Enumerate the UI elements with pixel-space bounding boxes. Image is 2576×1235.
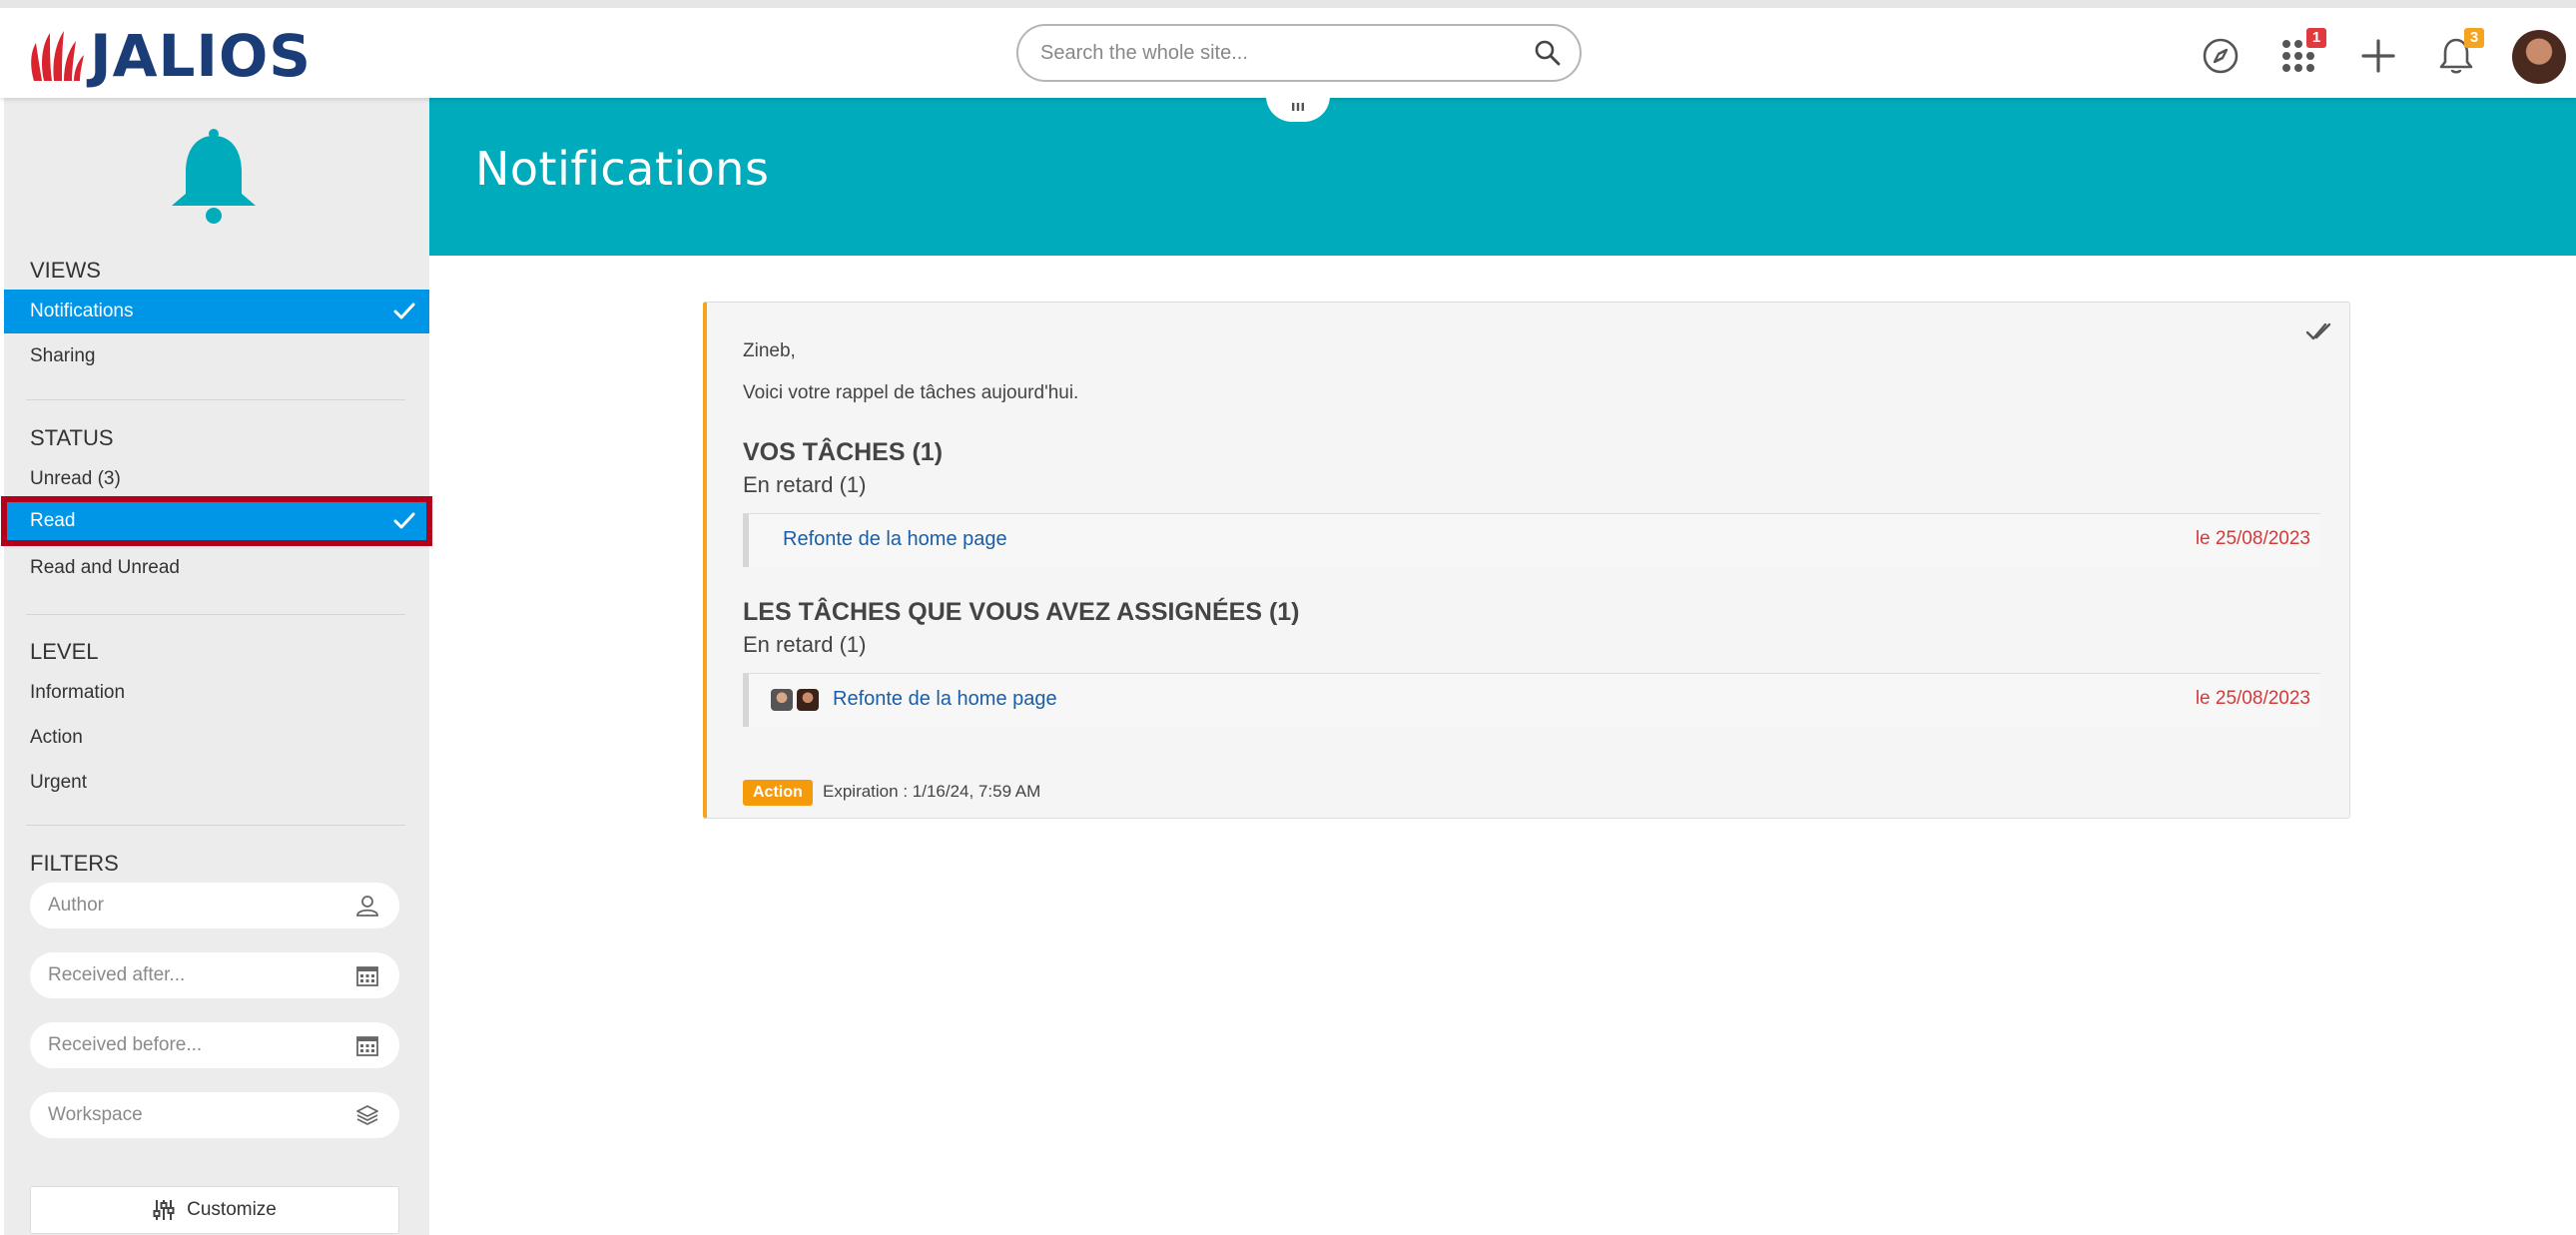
greeting: Zineb, (743, 340, 796, 361)
site-search (1016, 24, 1582, 82)
task-link[interactable]: Refonte de la home page (833, 688, 1057, 711)
plus-icon (2361, 39, 2395, 73)
status-read-and-unread-label: Read and Unread (30, 557, 180, 578)
page-title: Notifications (475, 142, 770, 196)
search-input[interactable] (1040, 34, 1520, 72)
received-after-filter (30, 952, 399, 998)
sidebar: VIEWS Notifications Sharing STATUS Unrea… (1, 98, 432, 1235)
level-urgent[interactable]: Urgent (4, 761, 429, 805)
view-sharing[interactable]: Sharing (4, 334, 429, 378)
task-link[interactable]: Refonte de la home page (783, 528, 1007, 551)
task-row: Refonte de la home page le 25/08/2023 (743, 513, 2320, 567)
top-bar: JALIOS 1 3 (0, 0, 2576, 98)
status-read[interactable]: Read (1, 496, 432, 546)
received-after-input[interactable] (48, 961, 327, 989)
explore-button[interactable] (2199, 34, 2243, 78)
task-due-date: le 25/08/2023 (2195, 528, 2310, 549)
status-read-and-unread[interactable]: Read and Unread (4, 546, 429, 590)
user-avatar[interactable] (2512, 30, 2566, 84)
add-button[interactable] (2356, 34, 2400, 78)
divider (26, 399, 405, 400)
search-icon[interactable] (1534, 39, 1562, 67)
level-urgent-label: Urgent (30, 772, 88, 793)
notifications-button[interactable]: 3 (2434, 28, 2484, 78)
level-title: LEVEL (30, 639, 99, 664)
layers-icon (356, 1105, 378, 1125)
view-sharing-label: Sharing (30, 345, 96, 366)
workspace-input[interactable] (48, 1101, 327, 1129)
author-input[interactable] (48, 892, 327, 920)
page-banner: Notifications (429, 98, 2576, 256)
task-due-date: le 25/08/2023 (2195, 688, 2310, 709)
check-icon (393, 512, 415, 529)
notifications-badge: 3 (2464, 28, 2484, 48)
task-row: Refonte de la home page le 25/08/2023 (743, 673, 2320, 727)
author-filter (30, 883, 399, 928)
expiration-text: Expiration : 1/16/24, 7:59 AM (823, 782, 1041, 801)
status-unread-label: Unread (3) (30, 468, 121, 489)
customize-label: Customize (187, 1199, 277, 1220)
view-notifications[interactable]: Notifications (4, 290, 429, 333)
notification-card: Zineb, Voici votre rappel de tâches aujo… (703, 302, 2350, 819)
intro-text: Voici votre rappel de tâches aujourd'hui… (743, 382, 1079, 403)
section-title: LES TÂCHES QUE VOUS AVEZ ASSIGNÉES (1) (743, 598, 1300, 626)
apps-badge: 1 (2306, 28, 2326, 48)
logo-flame-icon (31, 31, 84, 81)
sliders-icon (153, 1200, 175, 1220)
divider (26, 614, 405, 615)
divider (26, 825, 405, 826)
received-before-filter (30, 1022, 399, 1068)
check-icon (393, 303, 415, 319)
status-read-label: Read (30, 510, 76, 531)
status-title: STATUS (30, 425, 114, 450)
level-action-label: Action (30, 727, 83, 748)
status-unread[interactable]: Unread (3) (4, 457, 429, 501)
level-information-label: Information (30, 682, 126, 703)
workspace-filter (30, 1092, 399, 1138)
section-subtitle: En retard (1) (743, 632, 867, 657)
grip-icon (1292, 103, 1304, 111)
mark-read-icon[interactable] (2305, 320, 2331, 342)
compass-icon (2203, 38, 2239, 74)
views-title: VIEWS (30, 258, 101, 283)
jalios-logo[interactable]: JALIOS (28, 22, 313, 90)
assignee-avatar (771, 689, 793, 711)
bell-icon (172, 129, 256, 224)
level-badge: Action (743, 780, 813, 806)
calendar-icon[interactable] (355, 1034, 379, 1056)
apps-button[interactable]: 1 (2276, 28, 2326, 78)
received-before-input[interactable] (48, 1031, 327, 1059)
user-icon (356, 896, 378, 917)
customize-button[interactable]: Customize (30, 1186, 399, 1234)
section-subtitle: En retard (1) (743, 472, 867, 497)
section-title: VOS TÂCHES (1) (743, 438, 944, 466)
filters-title: FILTERS (30, 851, 119, 876)
logo-text: JALIOS (90, 22, 313, 90)
level-action[interactable]: Action (4, 716, 429, 760)
calendar-icon[interactable] (355, 964, 379, 986)
view-notifications-label: Notifications (30, 301, 134, 321)
level-information[interactable]: Information (4, 671, 429, 715)
assignee-avatar (797, 689, 819, 711)
